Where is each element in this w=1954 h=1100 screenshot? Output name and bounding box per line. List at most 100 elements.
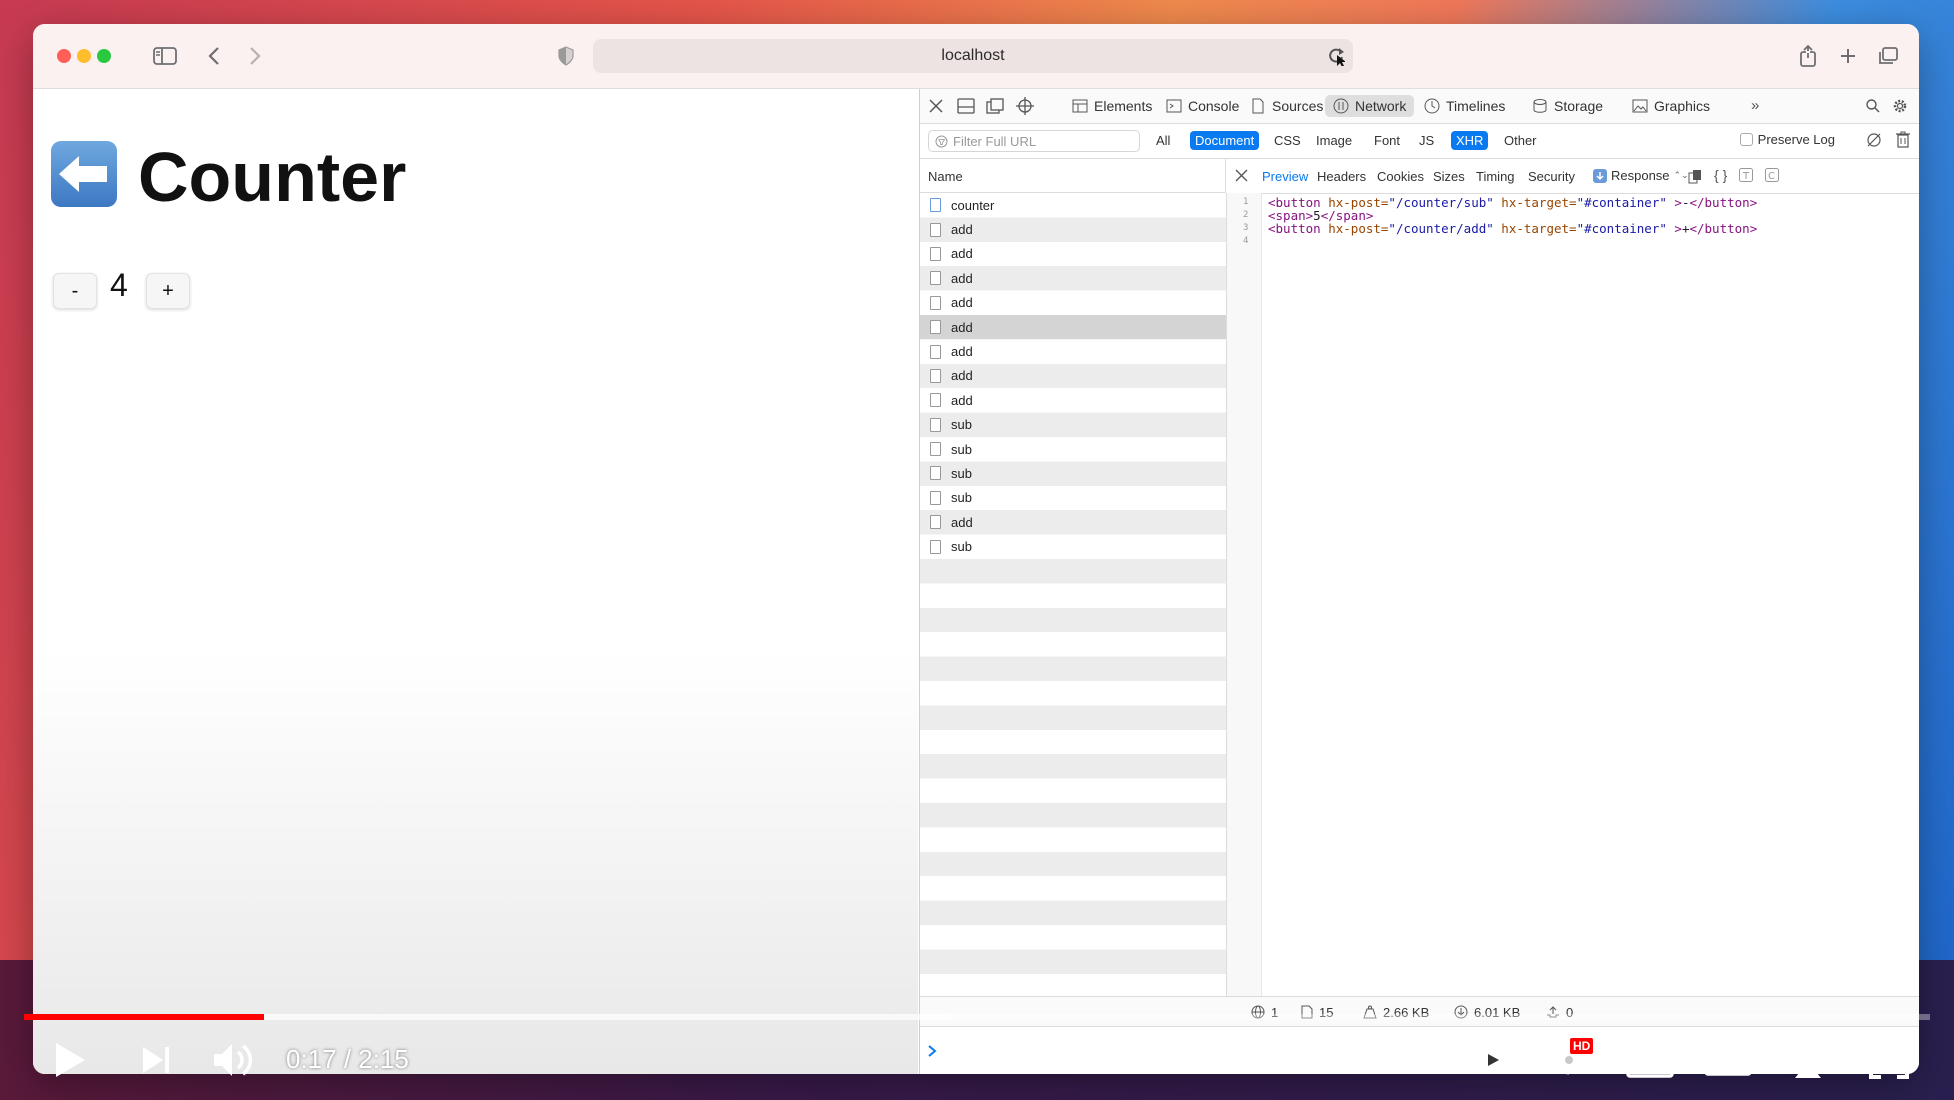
request-row[interactable]: add: [920, 339, 1226, 363]
preserve-log-checkbox[interactable]: Preserve Log: [1739, 132, 1835, 147]
fullscreen-button[interactable]: [1864, 1036, 1914, 1084]
request-row[interactable]: sub: [920, 437, 1226, 461]
line-number-gutter: 1 2 3 4: [1227, 193, 1262, 996]
request-row[interactable]: add: [920, 266, 1226, 290]
back-icon[interactable]: [199, 42, 229, 70]
code-token: </button>: [1689, 221, 1758, 236]
undock-icon[interactable]: [986, 98, 1004, 119]
line-number: 3: [1243, 223, 1249, 233]
name-column-header[interactable]: Name: [920, 159, 1226, 193]
tab-overview-icon[interactable]: [1873, 42, 1903, 70]
request-name: add: [951, 368, 973, 384]
request-row[interactable]: sub: [920, 413, 1226, 437]
element-picker-icon[interactable]: [1016, 97, 1034, 120]
filter-js[interactable]: JS: [1414, 131, 1439, 150]
xhr-resource-icon: [930, 442, 941, 457]
close-window-button[interactable]: [57, 49, 71, 63]
tab-label: Console: [1188, 98, 1240, 114]
request-name: add: [951, 295, 973, 311]
request-row[interactable]: add: [920, 314, 1226, 340]
theater-mode-button[interactable]: [1700, 1036, 1756, 1084]
counter-value: 4: [110, 267, 128, 303]
increment-button[interactable]: +: [146, 273, 190, 309]
line-number: 4: [1243, 236, 1249, 246]
filter-xhr[interactable]: XHR: [1451, 131, 1489, 150]
download-icon: [1593, 168, 1607, 183]
close-detail-icon[interactable]: [1235, 169, 1248, 187]
timelines-icon: [1424, 98, 1440, 114]
request-row[interactable]: add: [920, 388, 1226, 412]
clear-log-trash-icon[interactable]: [1896, 131, 1910, 153]
filter-css[interactable]: CSS: [1269, 131, 1306, 150]
text-type-icon[interactable]: T: [1739, 168, 1753, 187]
request-name: add: [951, 246, 973, 262]
tab-console[interactable]: Console: [1158, 95, 1247, 117]
request-row[interactable]: add: [920, 217, 1226, 241]
mute-button[interactable]: [210, 1036, 260, 1084]
tab-label: Storage: [1554, 98, 1604, 114]
xhr-resource-icon: [930, 344, 941, 359]
detail-tab-bar: Preview Headers Cookies Sizes Timing Sec…: [1227, 159, 1919, 194]
checkbox-box: [1739, 133, 1753, 146]
privacy-shield-icon[interactable]: [551, 42, 581, 70]
tab-storage[interactable]: Storage: [1524, 95, 1611, 117]
detail-tab-cookies[interactable]: Cookies: [1377, 169, 1424, 184]
request-row[interactable]: add: [920, 242, 1226, 266]
play-button[interactable]: [48, 1036, 92, 1084]
pretty-print-icon[interactable]: { }: [1714, 167, 1727, 183]
request-row[interactable]: sub: [920, 534, 1226, 558]
dock-bottom-icon[interactable]: [957, 98, 975, 119]
filter-font[interactable]: Font: [1369, 131, 1405, 150]
filter-image[interactable]: Image: [1311, 131, 1357, 150]
detail-tab-timing[interactable]: Timing: [1476, 169, 1515, 184]
request-row[interactable]: sub: [920, 486, 1226, 510]
filter-all[interactable]: All: [1151, 131, 1175, 150]
code-token: "/counter/sub": [1388, 195, 1494, 210]
detail-tab-security[interactable]: Security: [1528, 169, 1575, 184]
preserve-log-label: Preserve Log: [1757, 132, 1835, 147]
new-tab-icon[interactable]: [1833, 42, 1863, 70]
page-viewport: Counter - 4 +: [33, 89, 918, 1074]
filter-url-input[interactable]: Filter Full URL: [928, 130, 1140, 152]
detail-tab-sizes[interactable]: Sizes: [1433, 169, 1465, 184]
reload-icon[interactable]: [1327, 46, 1346, 71]
miniplayer-button[interactable]: [1622, 1036, 1678, 1084]
detail-tab-headers[interactable]: Headers: [1317, 169, 1366, 184]
copy-icon[interactable]: [1688, 169, 1702, 189]
zoom-window-button[interactable]: [97, 49, 111, 63]
next-video-button[interactable]: [134, 1036, 178, 1084]
detail-tab-preview[interactable]: Preview: [1262, 169, 1308, 184]
filter-document[interactable]: Document: [1190, 131, 1260, 150]
response-selector[interactable]: Response ⌃⌄: [1593, 168, 1689, 183]
request-row[interactable]: add: [920, 510, 1226, 534]
color-type-icon[interactable]: C: [1765, 168, 1779, 187]
settings-gear-icon[interactable]: [1891, 97, 1909, 120]
code-line-3: <button hx-post="/counter/add" hx-target…: [1268, 221, 1757, 236]
request-row[interactable]: add: [920, 364, 1226, 388]
more-tabs-icon[interactable]: »: [1751, 97, 1759, 114]
tab-graphics[interactable]: Graphics: [1624, 95, 1718, 117]
tab-elements[interactable]: Elements: [1064, 95, 1160, 117]
sidebar-toggle-icon[interactable]: [150, 42, 180, 70]
console-prompt-bar[interactable]: [920, 1026, 1919, 1074]
cast-button[interactable]: [1780, 1036, 1836, 1084]
disable-cache-icon[interactable]: [1866, 132, 1882, 153]
url-text: localhost: [941, 47, 1005, 64]
autoplay-toggle[interactable]: [1448, 1036, 1508, 1084]
minimize-window-button[interactable]: [77, 49, 91, 63]
address-bar[interactable]: localhost: [593, 39, 1353, 73]
tab-sources[interactable]: Sources: [1242, 95, 1331, 117]
request-row[interactable]: add: [920, 291, 1226, 315]
tab-network[interactable]: Network: [1325, 95, 1415, 117]
filter-placeholder: Filter Full URL: [953, 134, 1037, 149]
forward-icon[interactable]: [240, 42, 270, 70]
share-icon[interactable]: [1793, 42, 1823, 70]
tab-timelines[interactable]: Timelines: [1416, 95, 1513, 117]
code-token: hx-target=: [1493, 195, 1577, 210]
request-row[interactable]: counter: [920, 193, 1226, 217]
close-inspector-icon[interactable]: [928, 98, 944, 119]
filter-other[interactable]: Other: [1499, 131, 1542, 150]
decrement-button[interactable]: -: [53, 273, 97, 309]
request-row[interactable]: sub: [920, 461, 1226, 485]
search-icon[interactable]: [1865, 98, 1881, 119]
